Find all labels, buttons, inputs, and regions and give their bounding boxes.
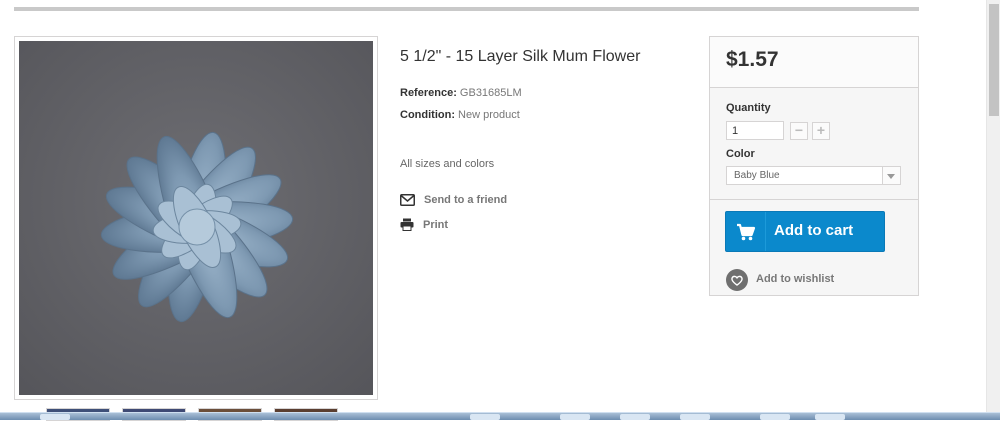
scrollbar-thumb[interactable] <box>989 4 999 116</box>
reference-label: Reference: <box>400 87 457 99</box>
send-to-friend-link[interactable]: Send to a friend <box>400 194 507 206</box>
flower-image <box>19 41 373 395</box>
taskbar-item[interactable] <box>815 414 845 420</box>
product-image[interactable] <box>19 41 373 395</box>
product-price: $1.57 <box>726 48 779 71</box>
taskbar-item[interactable] <box>40 414 70 420</box>
chevron-down-icon[interactable] <box>882 167 900 184</box>
send-to-friend-label[interactable]: Send to a friend <box>424 194 507 206</box>
quantity-label: Quantity <box>726 102 771 114</box>
add-to-wishlist-link[interactable]: Add to wishlist <box>756 273 834 285</box>
condition-label: Condition: <box>400 109 455 121</box>
box-divider <box>710 199 918 200</box>
quantity-input[interactable] <box>726 121 784 140</box>
condition-value: New product <box>458 109 520 121</box>
taskbar-item[interactable] <box>560 414 590 420</box>
product-image-frame[interactable] <box>14 36 378 400</box>
top-divider <box>14 7 919 11</box>
shopping-cart-icon <box>726 212 766 251</box>
product-condition: Condition: New product <box>400 109 520 121</box>
print-link[interactable]: Print <box>400 218 448 231</box>
color-select-value: Baby Blue <box>734 170 780 181</box>
buy-box: $1.57 Quantity − + Color Baby Blue Add t… <box>709 36 919 296</box>
envelope-icon <box>400 194 415 206</box>
product-title: 5 1/2" - 15 Layer Silk Mum Flower <box>400 48 641 65</box>
price-header: $1.57 <box>710 37 918 88</box>
vertical-scrollbar[interactable] <box>986 0 1000 419</box>
color-select[interactable]: Baby Blue <box>726 166 901 185</box>
reference-value: GB31685LM <box>459 87 522 99</box>
heart-icon[interactable] <box>726 269 748 291</box>
add-to-cart-label: Add to cart <box>774 222 854 239</box>
taskbar-item[interactable] <box>620 414 650 420</box>
product-reference: Reference: GB31685LM <box>400 87 522 99</box>
short-description: All sizes and colors <box>400 158 495 170</box>
printer-icon <box>400 218 414 231</box>
quantity-decrease-button[interactable]: − <box>790 122 808 140</box>
taskbar-item[interactable] <box>470 414 500 420</box>
quantity-increase-button[interactable]: + <box>812 122 830 140</box>
color-label: Color <box>726 148 755 160</box>
taskbar-item[interactable] <box>760 414 790 420</box>
taskbar-item[interactable] <box>680 414 710 420</box>
add-to-cart-button[interactable]: Add to cart <box>725 211 885 252</box>
print-label[interactable]: Print <box>423 219 448 231</box>
